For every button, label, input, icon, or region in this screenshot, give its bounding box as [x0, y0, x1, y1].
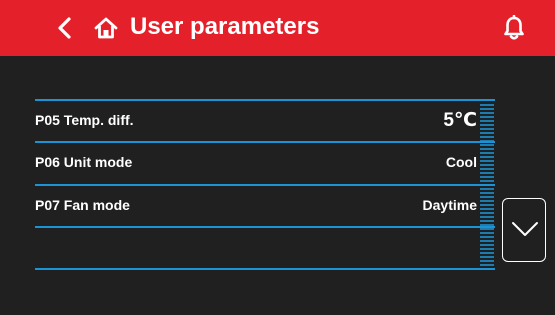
parameter-value: Cool	[445, 154, 477, 170]
parameter-value: 5℃	[443, 110, 477, 131]
chevron-left-icon	[58, 17, 71, 39]
home-icon	[94, 17, 118, 39]
list-item[interactable]	[35, 228, 477, 268]
parameter-value: Daytime	[422, 197, 477, 213]
list-item[interactable]: P06 Unit mode Cool	[35, 143, 477, 183]
back-button[interactable]	[54, 16, 78, 40]
parameter-label: P07 Fan mode	[35, 197, 130, 213]
parameter-label: P06 Unit mode	[35, 154, 133, 170]
notification-button[interactable]	[503, 14, 525, 41]
chevron-down-icon	[512, 222, 538, 236]
list-item[interactable]: P07 Fan mode Daytime	[35, 186, 477, 226]
scroll-down-button[interactable]	[502, 198, 546, 262]
parameter-label: P05 Temp. diff.	[35, 112, 134, 128]
page-title: User parameters	[130, 13, 320, 40]
scroll-ticks-icon	[480, 104, 494, 266]
bell-icon	[504, 14, 524, 40]
home-button[interactable]	[93, 16, 119, 40]
header-bar: User parameters	[0, 0, 555, 56]
scroll-indicator[interactable]	[480, 104, 494, 268]
parameter-list: P05 Temp. diff. 5℃ P06 Unit mode Cool P0…	[35, 99, 495, 271]
row-separator	[35, 268, 495, 270]
list-item[interactable]: P05 Temp. diff. 5℃	[35, 101, 477, 141]
